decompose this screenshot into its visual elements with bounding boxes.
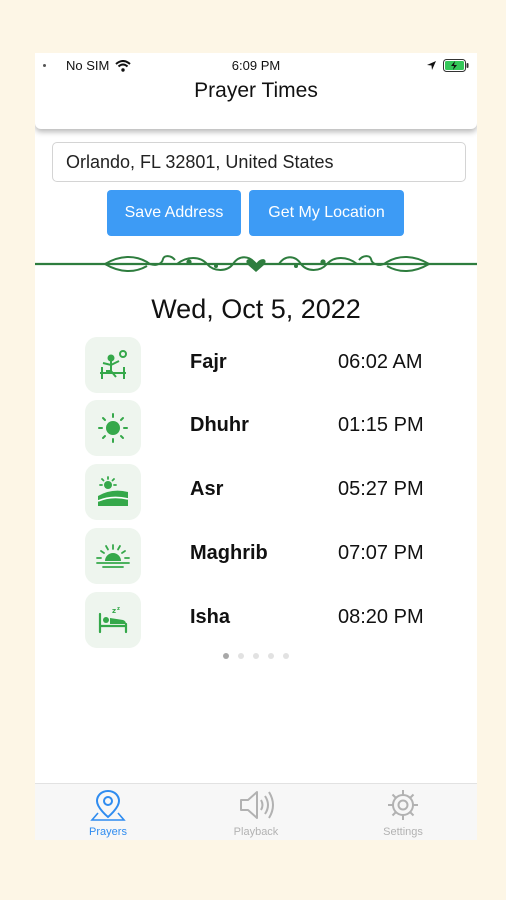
phone-screen: No SIM 6:09 PM Prayer Times Orlando, FL …	[35, 53, 477, 840]
tab-playback[interactable]: Playback	[201, 788, 311, 838]
sunrise-stretch-icon	[85, 337, 141, 393]
prayer-name: Maghrib	[190, 542, 268, 564]
prayer-time: 01:15 PM	[338, 414, 424, 436]
svg-text:z: z	[112, 607, 116, 615]
status-bar: No SIM 6:09 PM	[35, 58, 477, 74]
tab-settings[interactable]: Settings	[348, 788, 458, 838]
address-input[interactable]	[52, 142, 466, 182]
sun-icon	[85, 400, 141, 456]
prayer-row-maghrib: Maghrib 07:07 PM	[35, 528, 477, 584]
tab-label: Settings	[383, 826, 423, 838]
page-indicator[interactable]	[35, 653, 477, 659]
tab-bar: Prayers Playback Settings	[35, 783, 477, 840]
afternoon-landscape-icon	[85, 464, 141, 520]
page-dot[interactable]	[238, 653, 244, 659]
location-arrow-icon	[427, 61, 436, 70]
sleep-bed-icon: z z	[85, 592, 141, 648]
prayer-row-fajr: Fajr 06:02 AM	[35, 337, 477, 393]
sunset-icon	[85, 528, 141, 584]
prayer-name: Fajr	[190, 351, 227, 373]
prayer-row-isha: z z Isha 08:20 PM	[35, 592, 477, 648]
prayer-time: 08:20 PM	[338, 606, 424, 628]
prayer-time: 06:02 AM	[338, 351, 423, 373]
prayer-name: Asr	[190, 478, 224, 500]
speaker-icon	[240, 791, 274, 819]
page-title: Prayer Times	[194, 79, 318, 102]
map-pin-icon	[90, 789, 126, 821]
tab-label: Prayers	[89, 826, 127, 838]
svg-text:z: z	[117, 606, 120, 612]
status-time: 6:09 PM	[231, 58, 281, 73]
navigation-bar: No SIM 6:09 PM Prayer Times	[35, 53, 477, 129]
page-dot[interactable]	[268, 653, 274, 659]
prayer-name: Isha	[190, 606, 231, 628]
current-date: Wed, Oct 5, 2022	[151, 294, 361, 324]
gear-icon	[388, 790, 418, 820]
page-dot[interactable]	[253, 653, 259, 659]
prayer-time: 05:27 PM	[338, 478, 424, 500]
ornamental-divider	[35, 255, 477, 272]
prayer-name: Dhuhr	[190, 414, 249, 436]
page-dot[interactable]	[283, 653, 289, 659]
prayer-row-asr: Asr 05:27 PM	[35, 464, 477, 520]
battery-charging-icon	[443, 59, 469, 72]
get-location-button[interactable]: Get My Location	[249, 190, 404, 236]
page-dot[interactable]	[223, 653, 229, 659]
tab-prayers[interactable]: Prayers	[53, 788, 163, 838]
tab-label: Playback	[233, 826, 279, 838]
save-address-button[interactable]: Save Address	[107, 190, 241, 236]
prayer-row-dhuhr: Dhuhr 01:15 PM	[35, 400, 477, 456]
prayer-time: 07:07 PM	[338, 542, 424, 564]
